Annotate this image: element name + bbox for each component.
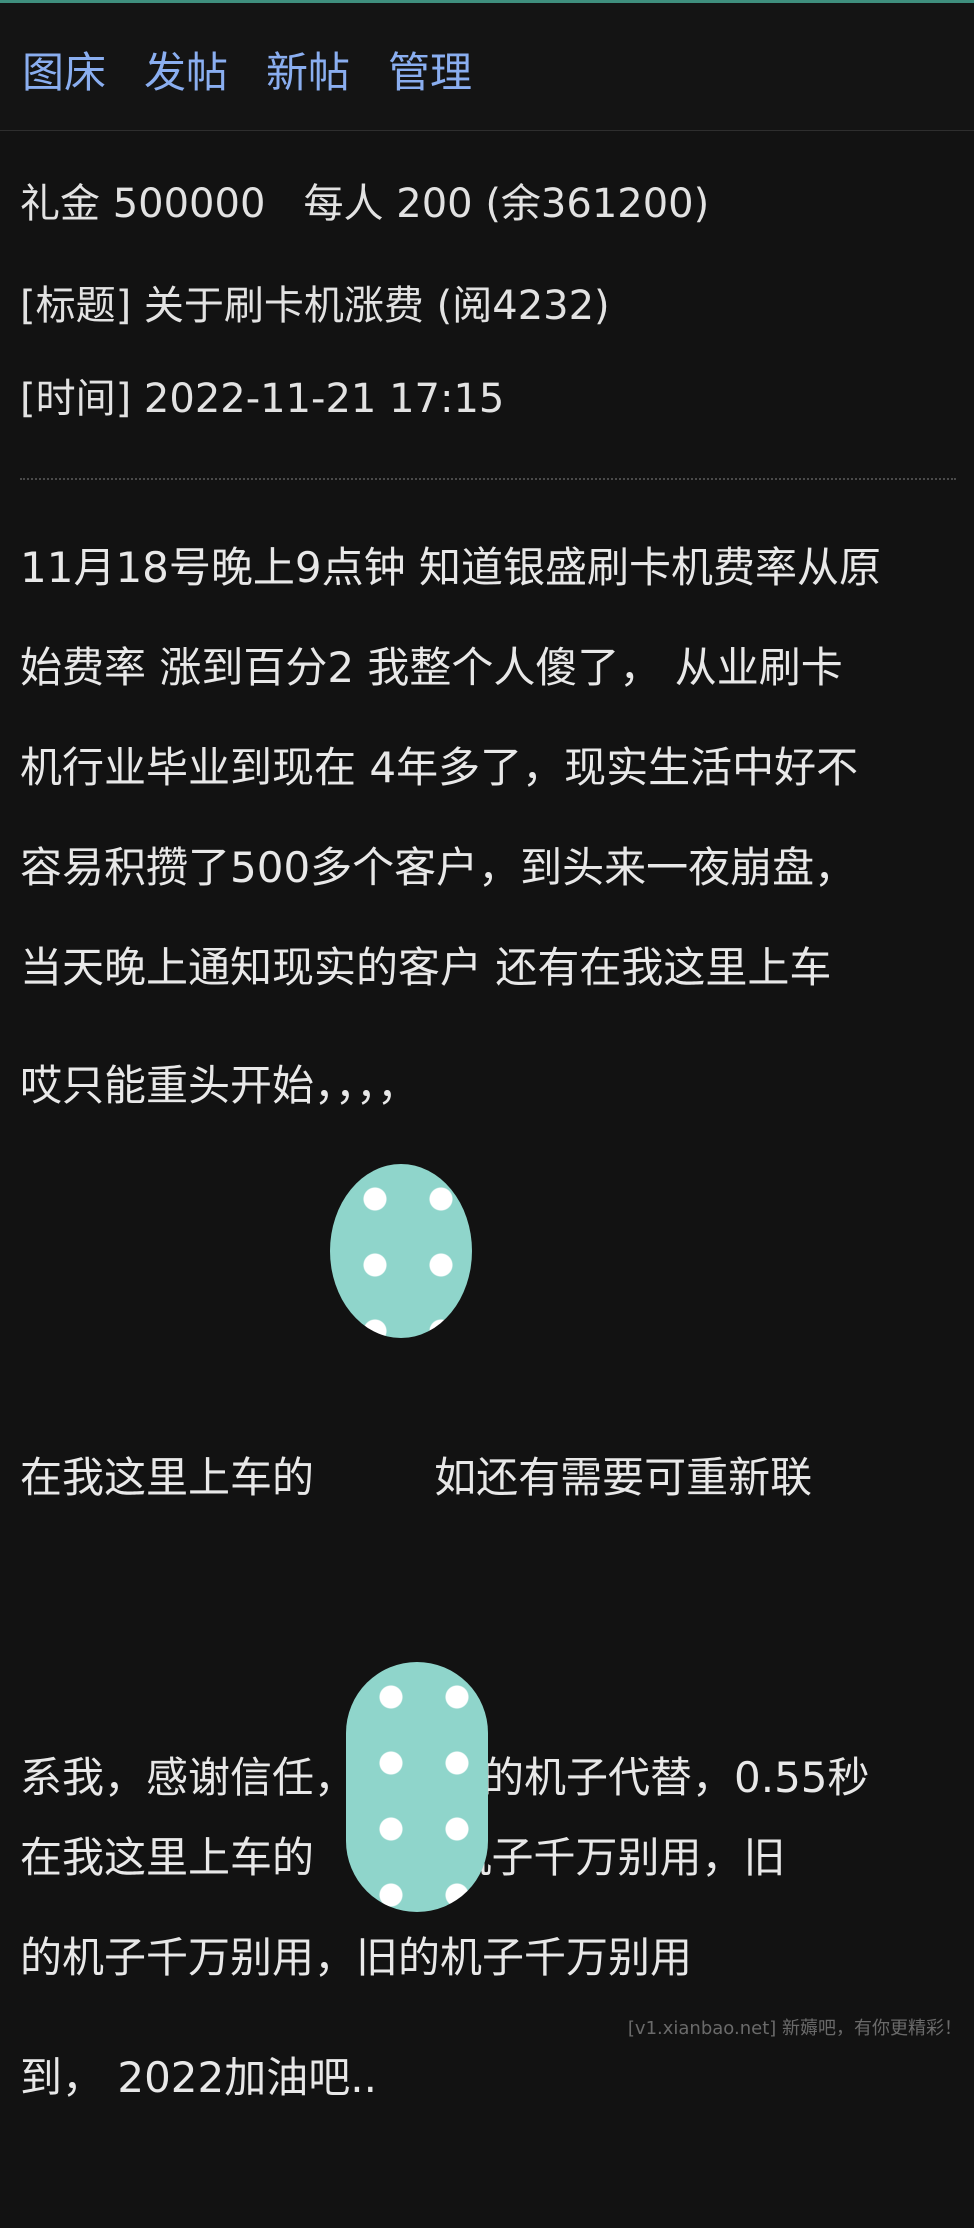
site-watermark: [v1.xianbao.net] 新薅吧，有你更精彩！ (627, 2018, 962, 2039)
gift-info: 礼金 500000 每人 200 (余361200) (20, 181, 710, 227)
post-line: 在我这里上车的 的机子千万别用，旧 (20, 1833, 786, 1882)
post-paragraph-1: 11月18号晚上9点钟 知道银盛刷卡机费率从原 始费率 涨到百分2 我整个人傻了… (20, 518, 965, 1018)
polka-dot-sticker (346, 1662, 488, 1912)
post-paragraph-2: 哎只能重头开始，，，， (20, 1036, 965, 1136)
nav-manage-link[interactable]: 管理 (388, 47, 472, 99)
post-line: 当天晚上通知现实的客户 还有在我这里上车 (20, 943, 832, 992)
nav-new-post-link[interactable]: 发帖 (144, 47, 228, 99)
nav-latest-posts-link[interactable]: 新帖 (266, 47, 350, 99)
post-line: 容易积攒了500多个客户，到头来一夜崩盘， (20, 843, 857, 892)
post-time: [时间] 2022-11-21 17:15 (20, 376, 505, 422)
post-paragraph-4: 在我这里上车的 的机子千万别用，旧 的机子千万别用，旧的机子千万别用 (20, 1808, 965, 2008)
post-line: 始费率 涨到百分2 我整个人傻了， 从业刷卡 (20, 643, 843, 692)
post-paragraph-3: 在我这里上车的 如还有需要可重新联 系我，感谢信任，已有新的机子代替，0.55秒… (20, 1228, 965, 2228)
nav-image-host-link[interactable]: 图床 (22, 47, 106, 99)
post-line: 哎只能重头开始，，，， (20, 1061, 420, 1110)
polka-dot-sticker (330, 1164, 472, 1338)
post-line: 的机子千万别用，旧的机子千万别用 (20, 1933, 693, 1982)
top-nav: 图床 发帖 新帖 管理 (0, 3, 974, 131)
meta-divider (20, 478, 956, 480)
post-line: 11月18号晚上9点钟 知道银盛刷卡机费率从原 (20, 543, 881, 592)
post-line: 在我这里上车的 如还有需要可重新联 (20, 1453, 813, 1502)
post-line: 机行业毕业到现在 4年多了，现实生活中好不 (20, 743, 859, 792)
post-title: [标题] 关于刷卡机涨费 (阅4232) (20, 283, 610, 329)
